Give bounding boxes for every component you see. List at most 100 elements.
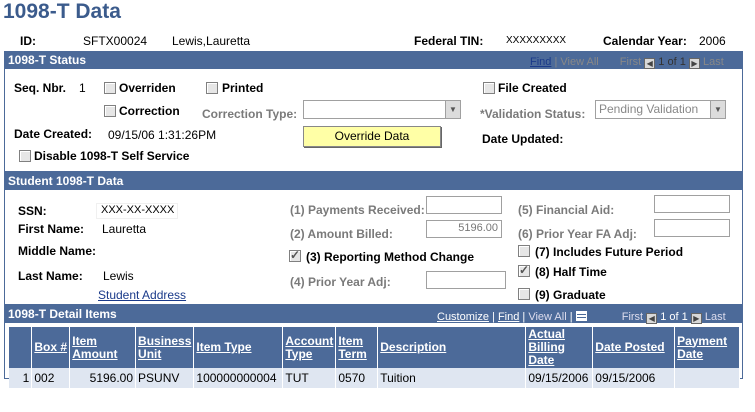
chevron-down-icon[interactable]: ▼ (710, 101, 725, 118)
status-find-link[interactable]: Find (530, 56, 551, 68)
status-prev-icon[interactable]: ◀ (644, 58, 656, 69)
item-amount-cell: 5196.00 (69, 368, 137, 388)
column-header[interactable]: Item Term (335, 327, 379, 368)
detail-table-header-row: Box # Item Amount Business Unit Item Typ… (9, 327, 740, 368)
financial-aid-label: (5) Financial Aid: (518, 203, 615, 217)
overriden-label: Overriden (119, 81, 176, 95)
last-name-label: Last Name: (18, 269, 83, 283)
column-header[interactable]: Item Type (193, 327, 284, 368)
prior-year-adj-input[interactable] (426, 271, 506, 289)
description-cell: Tuition (377, 368, 527, 388)
detail-first-label: First (621, 311, 644, 323)
status-count: 1 of 1 (658, 56, 686, 68)
detail-find-link[interactable]: Find (498, 311, 519, 323)
column-header[interactable]: Description (377, 327, 527, 368)
validation-status-value: Pending Validation (599, 102, 699, 116)
ssn-label: SSN: (18, 204, 47, 218)
disable-self-service-checkbox[interactable] (19, 150, 31, 162)
chevron-down-icon[interactable]: ▼ (445, 101, 460, 118)
item-term-cell: 0570 (335, 368, 379, 388)
row-number: 1 (9, 368, 33, 388)
reporting-method-change-label: (3) Reporting Method Change (306, 250, 474, 264)
first-name-label: First Name: (18, 222, 85, 236)
correction-type-label: Correction Type: (202, 107, 298, 121)
file-created-checkbox[interactable] (483, 82, 495, 94)
last-name-value: Lewis (103, 269, 134, 283)
status-next-icon[interactable]: ▶ (688, 58, 700, 69)
reporting-method-change-checkbox[interactable] (289, 248, 301, 262)
business-unit-cell: PSUNV (135, 368, 195, 388)
seq-nbr-label: Seq. Nbr. (14, 81, 67, 95)
detail-view-all-link[interactable]: View All (528, 311, 566, 323)
detail-header-title: 1098-T Detail Items (8, 307, 117, 321)
page-title: 1098-T Data (3, 0, 121, 23)
seq-nbr-value: 1 (79, 81, 86, 95)
id-label: ID: (20, 34, 36, 48)
student-address-link[interactable]: Student Address (98, 288, 186, 302)
graduate-label: (9) Graduate (535, 288, 606, 302)
amount-billed-input[interactable]: 5196.00 (426, 220, 502, 238)
future-period-checkbox[interactable] (518, 245, 530, 257)
column-header[interactable]: Item Amount (69, 327, 137, 368)
column-header[interactable]: Payment Date (674, 327, 740, 368)
customize-link[interactable]: Customize (437, 311, 489, 323)
financial-aid-input[interactable] (654, 195, 730, 213)
detail-last-label: Last (704, 311, 726, 323)
validation-status-label: *Validation Status: (480, 107, 586, 121)
correction-checkbox[interactable] (104, 105, 116, 117)
status-first-label: First (619, 56, 642, 68)
overriden-checkbox[interactable] (104, 82, 116, 94)
status-view-all-link[interactable]: View All (560, 56, 598, 68)
column-header[interactable]: Date Posted (592, 327, 676, 368)
detail-nav: Customize | Find | View All | First ◀ 1 … (437, 311, 726, 324)
id-value: SFTX00024 (83, 34, 148, 48)
actual-billing-date-cell: 09/15/2006 (525, 368, 594, 388)
student-name: Lewis,Lauretta (172, 34, 251, 48)
date-posted-cell: 09/15/2006 (592, 368, 676, 388)
prior-fa-adj-label: (6) Prior Year FA Adj: (518, 227, 637, 241)
column-header[interactable]: Box # (31, 327, 71, 368)
detail-prev-icon[interactable]: ◀ (646, 313, 658, 324)
printed-label: Printed (222, 81, 264, 95)
column-header[interactable]: Account Type (282, 327, 337, 368)
validation-status-select[interactable]: Pending Validation ▼ (595, 100, 726, 119)
box-cell: 002 (31, 368, 71, 388)
printed-checkbox[interactable] (206, 82, 218, 94)
middle-name-label: Middle Name: (18, 244, 97, 258)
file-created-label: File Created (498, 81, 567, 95)
table-row: 1 002 5196.00 PSUNV 100000000004 TUT 057… (9, 368, 740, 388)
calendar-year-label: Calendar Year: (603, 34, 687, 48)
student-panel-header: Student 1098-T Data (4, 172, 743, 190)
prior-fa-adj-input[interactable] (654, 219, 730, 237)
correction-type-select[interactable]: ▼ (303, 100, 461, 119)
status-header-title: 1098-T Status (8, 53, 87, 67)
payments-received-label: (1) Payments Received: (290, 203, 425, 217)
date-created-value: 09/15/06 1:31:26PM (108, 128, 217, 142)
first-name-value: Lauretta (102, 222, 147, 236)
detail-next-icon[interactable]: ▶ (690, 313, 702, 324)
column-header[interactable]: Business Unit (135, 327, 195, 368)
half-time-checkbox[interactable] (518, 263, 530, 277)
status-last-label: Last (702, 56, 724, 68)
ssn-value: XXX-XX-XXXX (96, 203, 178, 219)
graduate-checkbox[interactable] (518, 288, 530, 300)
amount-billed-label: (2) Amount Billed: (290, 227, 393, 241)
date-updated-label: Date Updated: (482, 132, 564, 146)
grid-download-icon[interactable] (575, 311, 587, 321)
student-header-title: Student 1098-T Data (8, 174, 124, 188)
date-created-label: Date Created: (14, 127, 93, 141)
detail-table: Box # Item Amount Business Unit Item Typ… (9, 327, 740, 388)
disable-self-service-label: Disable 1098-T Self Service (34, 149, 190, 163)
payment-date-cell (674, 368, 740, 388)
half-time-label: (8) Half Time (535, 265, 607, 279)
future-period-label: (7) Includes Future Period (535, 245, 684, 259)
calendar-year-value: 2006 (699, 34, 726, 48)
column-header[interactable]: Actual Billing Date (525, 327, 594, 368)
federal-tin-value: XXXXXXXXX (506, 35, 567, 46)
prior-year-adj-label: (4) Prior Year Adj: (290, 275, 391, 289)
account-type-cell: TUT (282, 368, 337, 388)
override-data-button[interactable]: Override Data (303, 126, 441, 147)
status-nav: Find | View All First ◀ 1 of 1 ▶ Last (530, 56, 724, 69)
payments-received-input[interactable] (426, 196, 502, 214)
item-type-cell: 100000000004 (193, 368, 284, 388)
